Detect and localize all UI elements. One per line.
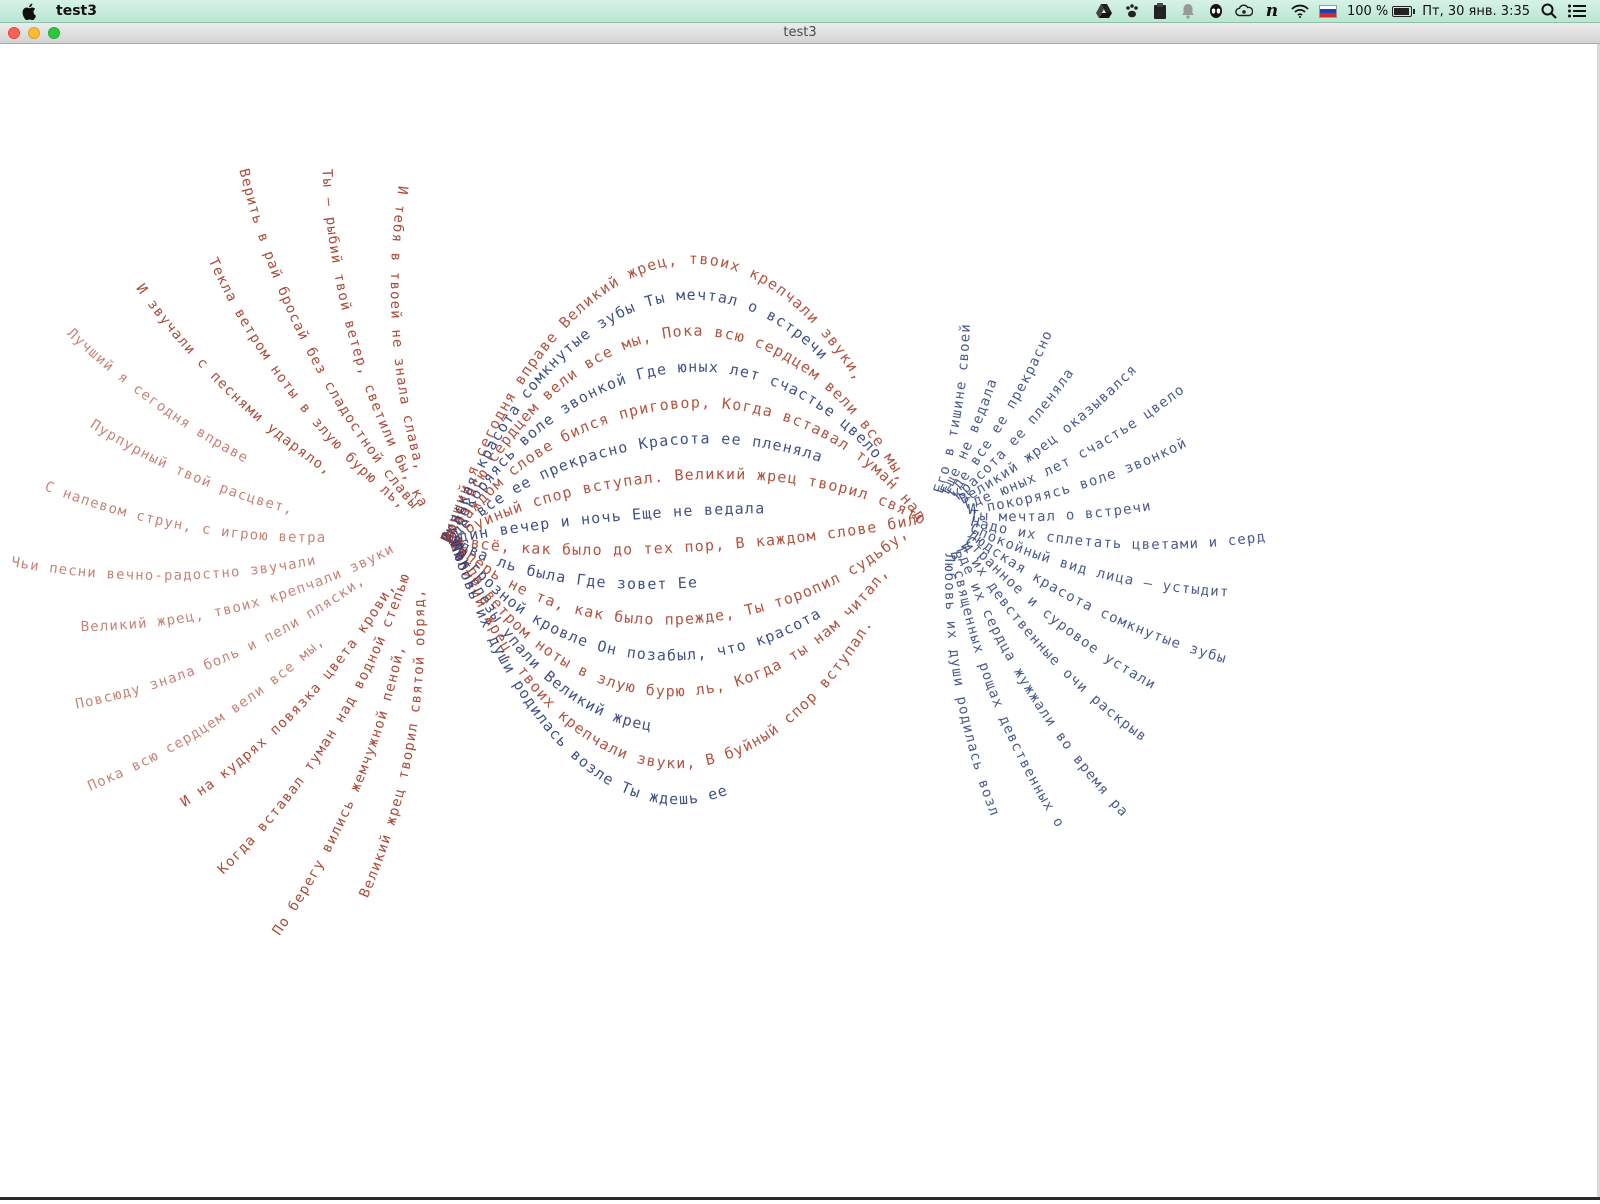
red-ray-line: Лучший я сегодня вправе [64, 325, 252, 466]
red-ray-line: Чьи песни вечно-радостно звучали [10, 552, 318, 583]
russian-flag-icon[interactable] [1318, 4, 1337, 18]
google-drive-icon[interactable] [1095, 2, 1113, 20]
status-area: n 100 % Пт, 30 янв. 3:35 [1095, 1, 1600, 21]
wifi-icon[interactable] [1291, 2, 1309, 20]
poem-art: И тебя в твоей не знала слава,Ты — рыбий… [0, 30, 1266, 938]
window-titlebar[interactable]: test3 [0, 23, 1600, 44]
paw-icon[interactable] [1123, 2, 1141, 20]
drawing-canvas: И тебя в твоей не знала слава, Ты — рыбий… [0, 30, 1600, 1200]
battery-percentage: 100 % [1346, 3, 1389, 19]
clock[interactable]: Пт, 30 янв. 3:35 [1422, 4, 1530, 19]
alien-icon[interactable] [1207, 2, 1225, 20]
battery-fill [1394, 7, 1410, 15]
red-ray-line: Текла ветром ноты в злую бурю ль, [205, 255, 409, 512]
window-title: test3 [783, 25, 817, 40]
battery-icon [1392, 5, 1416, 17]
battery-status[interactable]: 100 % [1346, 3, 1416, 19]
search-icon[interactable] [1540, 2, 1558, 20]
apple-icon[interactable] [18, 0, 40, 22]
red-ray-line: Великий жрец, твоих крепчали звуки, [0, 44, 397, 635]
n-app-icon[interactable]: n [1263, 1, 1281, 21]
list-icon[interactable] [1568, 2, 1586, 20]
clipboard-icon[interactable] [1151, 2, 1169, 20]
menu-bar: test3 n 100 % Пт, 30 янв. 3:35 [0, 0, 1600, 23]
bell-icon[interactable] [1179, 2, 1197, 20]
app-name-menu[interactable]: test3 [56, 3, 97, 19]
cloud-eye-icon[interactable] [1235, 2, 1253, 20]
